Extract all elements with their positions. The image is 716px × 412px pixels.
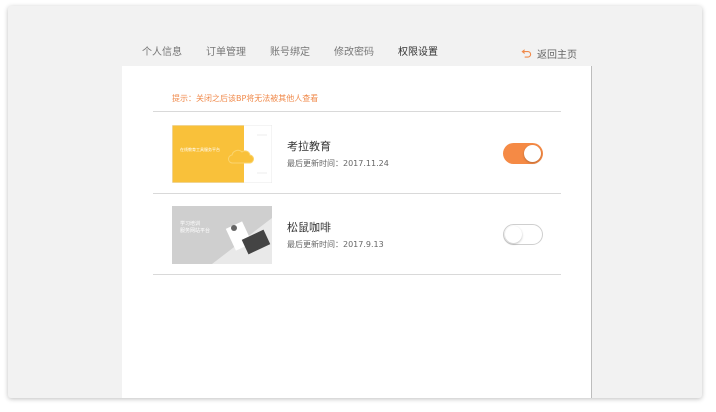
permission-toggle[interactable] bbox=[503, 143, 543, 164]
divider bbox=[153, 274, 561, 275]
project-thumbnail-yellow: 在线教育工具服务平台 bbox=[172, 125, 272, 183]
thumbnail-caption-line2: 服务网站平台 bbox=[180, 228, 211, 234]
list-item: 在线教育工具服务平台 考拉教育 最后更新时间：2017.11.24 bbox=[153, 113, 561, 193]
permission-toggle[interactable] bbox=[503, 224, 543, 245]
back-home-label: 返回主页 bbox=[537, 50, 577, 61]
list-item: 学习培训 服务网站平台 松鼠咖啡 最后更新时间：2017.9.13 bbox=[153, 194, 561, 274]
permissions-panel: 提示：关闭之后该BP将无法被其他人查看 在线教育工具服务平台 考拉教育 最后更新… bbox=[122, 66, 592, 398]
thumbnail-caption: 在线教育工具服务平台 bbox=[180, 147, 220, 152]
item-updated: 最后更新时间：2017.9.13 bbox=[287, 240, 384, 249]
thumbnail-caption-line1: 学习培训 bbox=[180, 221, 201, 227]
item-title: 考拉教育 bbox=[287, 140, 331, 153]
back-home-link[interactable]: 返回主页 bbox=[521, 46, 577, 61]
divider bbox=[153, 111, 561, 112]
toggle-knob bbox=[505, 226, 522, 243]
project-thumbnail-gray: 学习培训 服务网站平台 bbox=[172, 206, 272, 264]
return-arrow-icon bbox=[521, 47, 532, 61]
item-updated: 最后更新时间：2017.11.24 bbox=[287, 159, 389, 168]
notice-text: 提示：关闭之后该BP将无法被其他人查看 bbox=[172, 94, 319, 103]
item-title: 松鼠咖啡 bbox=[287, 221, 331, 234]
toggle-knob bbox=[524, 145, 541, 162]
